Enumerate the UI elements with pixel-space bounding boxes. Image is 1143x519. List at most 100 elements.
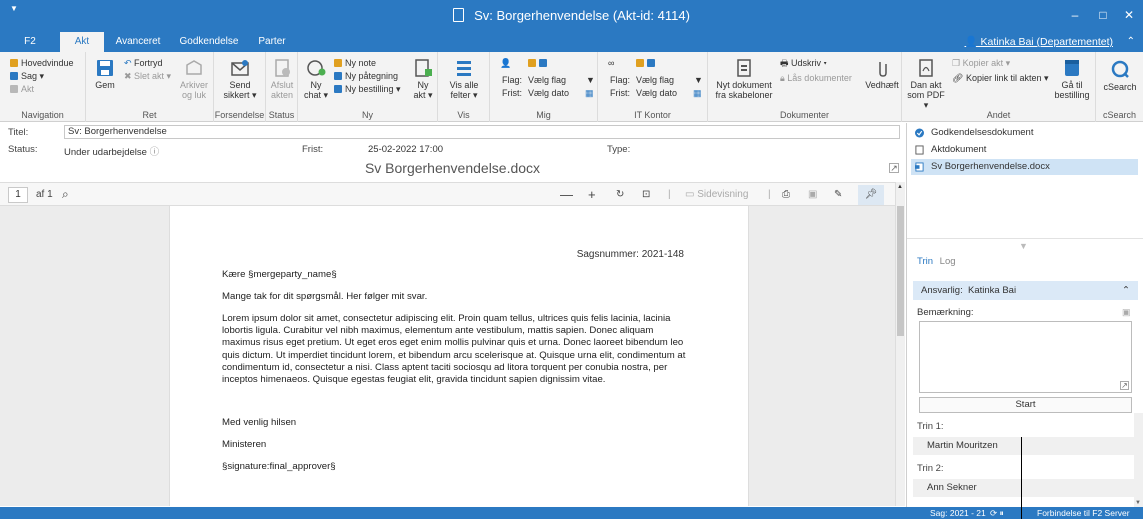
udskriv-button[interactable]: 🖶 Udskriv ▾ — [780, 58, 827, 69]
sidevisning-button[interactable]: ▭ Sidevisning — [685, 187, 748, 203]
ny-paategning-button[interactable]: Ny påtegning — [334, 71, 398, 82]
tab-f2[interactable]: F2 — [14, 32, 46, 52]
it-frist-select[interactable]: Vælg dato — [636, 88, 677, 99]
group-csearch: cSearch cSearch — [1096, 52, 1143, 122]
mig-user-icon: 👤 — [500, 58, 512, 68]
record-icon — [10, 85, 18, 93]
find-icon[interactable]: ⌕ — [62, 187, 69, 201]
document-item[interactable]: Aktdokument — [911, 142, 1138, 158]
greeting: Kære §mergeparty_name§ — [222, 269, 337, 280]
ny-chat-button[interactable]: Ny chat ▾ — [302, 58, 330, 100]
gem-button[interactable]: Gem — [92, 58, 118, 90]
panel-tabs: Trin Log — [917, 256, 956, 267]
ny-bestilling-button[interactable]: Ny bestilling ▾ — [334, 84, 401, 95]
titel-input[interactable]: Sv: Borgerhenvendelse — [64, 125, 900, 139]
tab-log[interactable]: Log — [940, 256, 956, 267]
save-icon[interactable]: ▣ — [1122, 307, 1131, 318]
it-flag-select[interactable]: Vælg flag — [636, 75, 674, 86]
mig-flag-dropdown-icon[interactable]: ▼ — [586, 75, 595, 86]
ny-akt-button[interactable]: Ny akt ▾ — [410, 58, 436, 100]
kopier-akt-button[interactable]: ❐ Kopier akt ▾ — [952, 58, 1010, 69]
mig-calendar-icon[interactable]: ▦ — [585, 88, 594, 99]
hovedvindue-button[interactable]: Hovedvindue — [10, 58, 74, 69]
maximize-button[interactable]: □ — [1091, 0, 1115, 32]
edit-icon[interactable]: ✎ — [834, 187, 842, 203]
scrollbar-thumb[interactable] — [897, 206, 904, 336]
group-label: Dokumenter — [779, 110, 830, 120]
frist-value[interactable]: 25-02-2022 17:00 — [368, 144, 443, 155]
document-item[interactable]: Godkendelsesdokument — [911, 125, 1138, 141]
splitter-handle-icon[interactable]: ▼ — [1019, 241, 1028, 251]
viewer-scrollbar[interactable]: ▲ — [895, 182, 905, 506]
minimize-button[interactable]: – — [1063, 0, 1087, 32]
arkiver-button[interactable]: Arkiver og luk — [178, 58, 210, 100]
group-label: Status — [268, 110, 295, 120]
expand-icon[interactable]: ↗ — [1120, 381, 1129, 390]
afslut-akten-button[interactable]: Afslut akten — [268, 58, 296, 100]
csearch-button[interactable]: cSearch — [1100, 58, 1140, 92]
tab-trin[interactable]: Trin — [917, 256, 933, 267]
group-label: Ret — [142, 110, 157, 120]
send-sikkert-button[interactable]: Send sikkert ▾ — [218, 58, 262, 100]
status-value[interactable]: Under udarbejdelse ⓘ — [64, 144, 159, 158]
page-count: af 1 — [36, 189, 53, 200]
fields-icon — [457, 61, 471, 76]
start-button[interactable]: Start — [919, 397, 1132, 413]
kopier-link-button[interactable]: 🔗︎ Kopier link til akten ▾ — [952, 73, 1049, 84]
zoom-out-icon[interactable]: — — [560, 187, 573, 203]
document-viewer[interactable]: Sagsnummer: 2021-148 Kære §mergeparty_na… — [0, 206, 895, 506]
trin-label: Trin 2: — [917, 463, 944, 474]
help-icon[interactable]: ⓘ — [150, 147, 160, 158]
tab-parter[interactable]: Parter — [252, 32, 292, 52]
print-icon[interactable]: ⎙ — [782, 187, 790, 203]
document-page: Sagsnummer: 2021-148 Kære §mergeparty_na… — [169, 206, 749, 506]
laas-dokumenter-button[interactable]: 🔒︎ Lås dokumenter — [780, 73, 852, 84]
fortryd-button[interactable]: ↶ Fortryd — [124, 58, 163, 69]
finish-icon — [275, 59, 290, 77]
divider: | — [768, 189, 771, 200]
mig-frist-select[interactable]: Vælg dato — [528, 88, 569, 99]
close-button[interactable]: ✕ — [1117, 0, 1141, 32]
gaa-til-bestilling-button[interactable]: Gå til bestilling — [1050, 58, 1094, 100]
it-calendar-icon[interactable]: ▦ — [693, 88, 702, 99]
ny-note-button[interactable]: Ny note — [334, 58, 376, 69]
bemaerkning-textarea[interactable]: ↗ — [919, 321, 1132, 393]
group-ny: Ny chat ▾ Ny note Ny påtegning Ny bestill… — [298, 52, 438, 122]
titel-label: Titel: — [8, 127, 29, 138]
rotate-icon[interactable]: ↻ — [616, 187, 624, 203]
collapse-ribbon-icon[interactable]: ⌃ — [1127, 32, 1135, 52]
sag-button[interactable]: Sag ▾ — [10, 71, 44, 82]
user-link[interactable]: 👤 Katinka Bai (Departementet) — [965, 32, 1113, 52]
document-item[interactable]: Sv Borgerhenvendelse.docx — [911, 159, 1138, 175]
nyt-dokument-button[interactable]: Nyt dokument fra skabeloner — [712, 58, 776, 100]
vis-alle-felter-button[interactable]: Vis alle felter ▾ — [442, 58, 486, 100]
dan-akt-pdf-button[interactable]: Dan akt som PDF ▾ — [904, 58, 948, 110]
mig-flag-select[interactable]: Vælg flag — [528, 75, 566, 86]
tab-godkendelse[interactable]: Godkendelse — [176, 32, 242, 52]
scroll-up-icon[interactable]: ▲ — [897, 184, 903, 190]
tab-akt[interactable]: Akt — [60, 32, 104, 52]
page-number-input[interactable]: 1 — [8, 187, 28, 203]
archive-icon — [186, 60, 202, 75]
record-fields: Titel: Sv: Borgerhenvendelse Status: Und… — [0, 123, 905, 177]
akt-button[interactable]: Akt — [10, 84, 34, 95]
text-cursor — [1021, 437, 1022, 519]
tab-avanceret[interactable]: Avanceret — [108, 32, 168, 52]
slet-akt-button[interactable]: ✖ Slet akt ▾ — [124, 71, 171, 82]
zoom-in-icon[interactable]: + — [588, 187, 596, 203]
vedhaeft-button[interactable]: Vedhæft — [864, 58, 900, 90]
scroll-down-icon[interactable]: ▼ — [1135, 500, 1141, 506]
trin-assignee[interactable]: Martin Mouritzen — [913, 437, 1138, 455]
fit-width-icon[interactable]: ⊡ — [642, 187, 650, 203]
save-icon[interactable]: ▣ — [808, 187, 817, 203]
ansvarlig-row[interactable]: Ansvarlig: Katinka Bai ⌃ — [913, 281, 1138, 300]
pin-icon[interactable]: 📌︎ — [858, 185, 884, 205]
expand-icon[interactable]: ↗ — [889, 163, 899, 173]
it-flag-dropdown-icon[interactable]: ▼ — [694, 75, 703, 86]
mig-flag-label: Flag: — [502, 75, 523, 85]
chevron-up-icon[interactable]: ⌃ — [1122, 281, 1130, 300]
panel-scrollbar[interactable]: ▼ — [1134, 413, 1143, 507]
group-label: Forsendelse — [214, 110, 265, 120]
trin-assignee[interactable]: Ann Sekner — [913, 479, 1138, 497]
group-dokumenter: Nyt dokument fra skabeloner 🖶 Udskriv ▾ 🔒… — [708, 52, 902, 122]
